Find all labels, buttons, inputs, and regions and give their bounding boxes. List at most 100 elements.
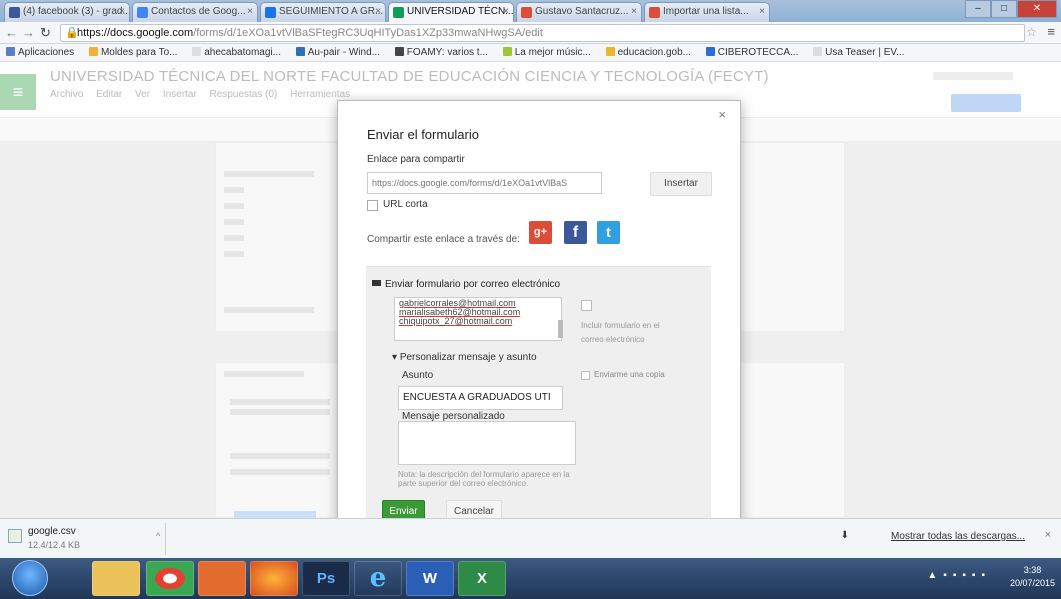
subject-input[interactable]: ENCUESTA A GRADUADOS UTI	[398, 386, 563, 410]
send-copy-checkbox[interactable]	[581, 371, 590, 380]
google-plus-icon[interactable]: g+	[529, 221, 552, 244]
recipients-scrollbar[interactable]	[558, 320, 563, 338]
bookmark-favicon-icon	[88, 47, 98, 56]
envelope-icon	[372, 280, 381, 286]
download-bar: google.csv 12.4/12.4 KB ^ ⬇ Mostrar toda…	[0, 518, 1061, 558]
bookmark-item[interactable]: FOAMY: varios t...	[389, 44, 494, 61]
firefox-icon[interactable]	[250, 561, 298, 596]
window-controls: – □ ✕	[965, 0, 1057, 18]
close-tab-icon[interactable]: ×	[247, 3, 253, 21]
internet-explorer-icon[interactable]: e	[354, 561, 402, 596]
browser-tab[interactable]: Importar una lista... ×	[644, 2, 770, 22]
start-button[interactable]	[12, 560, 48, 596]
chevron-up-icon[interactable]: ^	[156, 531, 160, 541]
bookmark-item[interactable]: Moldes para To...	[83, 44, 184, 61]
close-icon[interactable]: ×	[718, 107, 726, 122]
insert-button[interactable]: Insertar	[650, 172, 712, 196]
forward-icon[interactable]: →	[22, 25, 35, 40]
close-tab-icon[interactable]: ×	[631, 3, 637, 21]
bookmark-item[interactable]: ahecabatomagi...	[186, 44, 287, 61]
reload-icon[interactable]: ↻	[40, 25, 51, 41]
close-tab-icon[interactable]: ×	[759, 3, 765, 21]
bookmark-favicon-icon	[394, 47, 404, 56]
personalize-label: Personalizar mensaje y asunto	[399, 352, 537, 363]
system-tray[interactable]: ▲▪▪▪▪▪	[927, 570, 991, 581]
include-form-checkbox[interactable]	[581, 300, 592, 311]
page-icon	[192, 47, 202, 56]
bookmark-label: La mejor músic...	[514, 47, 591, 58]
download-arrow-icon: ⬇	[840, 530, 849, 541]
bookmark-label: Moldes para To...	[100, 47, 178, 58]
chrome-menu-icon[interactable]: ≡	[1047, 24, 1055, 39]
bookmark-item[interactable]: Au-pair - Wind...	[290, 44, 386, 61]
share-via-label: Compartir este enlace a través de:	[367, 234, 520, 245]
bookmark-item[interactable]: Usa Teaser | EV...	[807, 44, 910, 61]
bookmark-label: educacion.gob...	[617, 47, 692, 58]
close-tab-icon[interactable]: ×	[503, 3, 509, 21]
send-form-dialog: × Enviar el formulario Enlace para compa…	[337, 100, 741, 524]
email-heading: Enviar formulario por correo electrónico	[372, 279, 560, 290]
photoshop-icon[interactable]: Ps	[302, 561, 350, 596]
bookmark-favicon-icon	[502, 47, 512, 56]
bookmark-label: Au-pair - Wind...	[307, 47, 380, 58]
address-bar[interactable]: 🔒 https://docs.google.com/forms/d/1eXOa1v…	[60, 24, 1025, 42]
browser-tab[interactable]: SEGUIMIENTO A GR... ×	[260, 2, 386, 22]
gmail-favicon-icon	[521, 7, 532, 18]
forms-favicon-icon	[393, 7, 404, 18]
word-icon[interactable]: W	[406, 561, 454, 596]
bookmark-label: ahecabatomagi...	[204, 47, 281, 58]
close-tab-icon[interactable]: ×	[119, 3, 125, 21]
bookmark-item[interactable]: educacion.gob...	[600, 44, 697, 61]
facebook-icon[interactable]: f	[564, 221, 587, 244]
bookmark-favicon-icon	[705, 47, 715, 56]
show-all-downloads-link[interactable]: Mostrar todas las descargas...	[891, 531, 1025, 542]
tab-label: Gustavo Santacruz...	[535, 6, 629, 17]
subject-label: Asunto	[402, 370, 434, 381]
clock[interactable]: 3:38 20/07/2015	[1010, 564, 1055, 590]
facebook-favicon-icon	[9, 7, 20, 18]
share-link-input[interactable]: https://docs.google.com/forms/d/1eXOa1vt…	[367, 172, 602, 194]
bookmark-label: Usa Teaser | EV...	[825, 47, 905, 58]
download-item[interactable]: google.csv 12.4/12.4 KB ^	[6, 523, 166, 555]
file-explorer-icon[interactable]	[92, 561, 140, 596]
browser-tab[interactable]: Contactos de Goog... ×	[132, 2, 258, 22]
personalize-toggle[interactable]: ▾ Personalizar mensaje y asunto	[392, 352, 537, 363]
chrome-icon[interactable]	[146, 561, 194, 596]
bookmark-label: FOAMY: varios t...	[406, 47, 488, 58]
page-icon	[813, 47, 823, 56]
share-link-label: Enlace para compartir	[367, 154, 465, 165]
browser-tab[interactable]: (4) facebook (3) - grad... ×	[4, 2, 130, 22]
close-tab-icon[interactable]: ×	[375, 3, 381, 21]
download-filename: google.csv	[28, 526, 76, 537]
clock-time: 3:38	[1023, 565, 1042, 575]
back-icon[interactable]: ←	[5, 25, 18, 40]
download-size: 12.4/12.4 KB	[28, 540, 81, 550]
gmail-favicon-icon	[649, 7, 660, 18]
close-download-bar-icon[interactable]: ×	[1045, 529, 1051, 541]
message-textarea[interactable]	[398, 421, 576, 465]
browser-tab-active[interactable]: UNIVERSIDAD TÉCN... ×	[388, 2, 514, 22]
lock-icon: 🔒	[65, 27, 79, 39]
bookmark-item[interactable]: CIBEROTECCA...	[700, 44, 805, 61]
close-window-button[interactable]: ✕	[1017, 0, 1057, 18]
tab-label: Importar una lista...	[663, 6, 749, 17]
bookmark-item[interactable]: Aplicaciones	[0, 44, 80, 61]
browser-tab[interactable]: Gustavo Santacruz... ×	[516, 2, 642, 22]
tab-label: (4) facebook (3) - grad...	[23, 6, 130, 17]
excel-icon[interactable]: X	[458, 561, 506, 596]
send-copy-label: Enviarme una copia	[594, 370, 665, 379]
tab-label: UNIVERSIDAD TÉCN...	[407, 6, 514, 17]
office-icon[interactable]	[198, 561, 246, 596]
browser-toolbar: ← → ↻ 🔒 https://docs.google.com/forms/d/1…	[0, 22, 1061, 44]
maximize-button[interactable]: □	[991, 0, 1017, 18]
url-path: /forms/d/1eXOa1vtVlBaSFtegRC3UqHITyDas1X…	[193, 27, 543, 39]
email-heading-text: Enviar formulario por correo electrónico	[385, 279, 561, 290]
bookmark-label: CIBEROTECCA...	[717, 47, 799, 58]
bookmark-item[interactable]: La mejor músic...	[497, 44, 597, 61]
twitter-icon[interactable]: t	[597, 221, 620, 244]
minimize-button[interactable]: –	[965, 0, 991, 18]
short-url-checkbox[interactable]	[367, 200, 378, 211]
tab-label: Contactos de Goog...	[151, 6, 246, 17]
bookmark-star-icon[interactable]: ☆	[1026, 25, 1037, 39]
recipients-textarea[interactable]: gabrielcorrales@hotmail.com marialisabet…	[394, 297, 562, 341]
